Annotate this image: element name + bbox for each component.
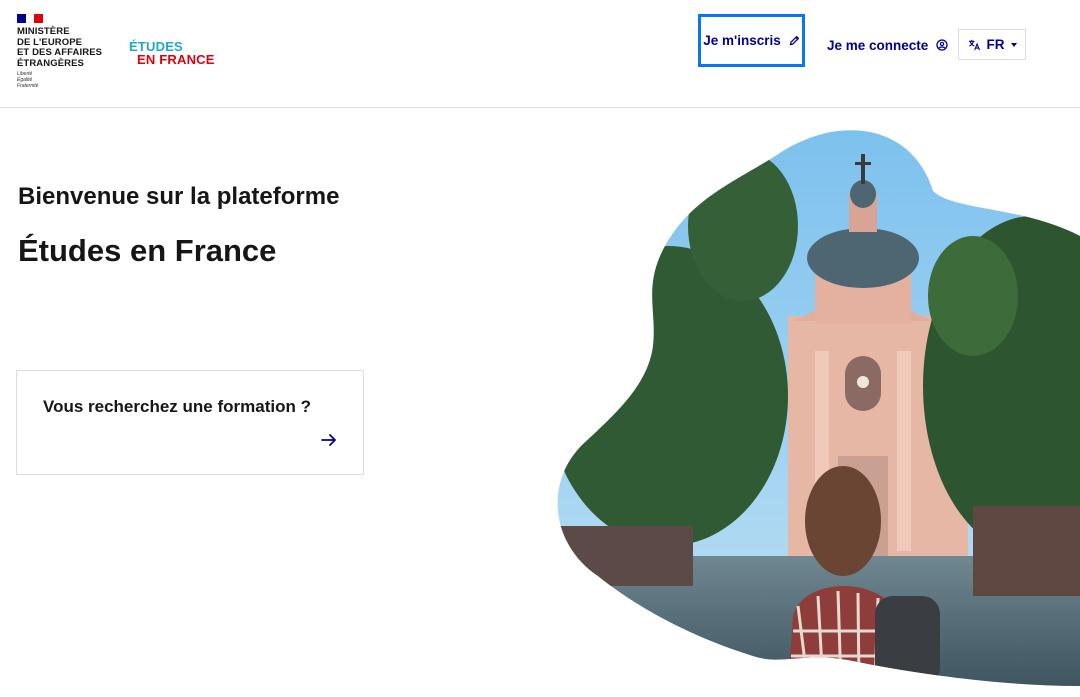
language-label: FR	[986, 37, 1005, 52]
arrow-right-icon	[321, 434, 336, 446]
login-button[interactable]: Je me connecte	[827, 29, 949, 61]
chevron-down-icon	[1010, 42, 1017, 47]
french-flag-icon	[17, 14, 44, 23]
translate-icon	[968, 39, 980, 50]
search-formation-card[interactable]: Vous recherchez une formation ?	[16, 370, 364, 475]
login-label: Je me connecte	[827, 37, 929, 53]
welcome-heading: Bienvenue sur la plateforme	[18, 183, 340, 210]
register-label: Je m'inscris	[703, 33, 781, 48]
etudes-en-france-logo[interactable]: ÉTUDES EN FRANCE	[129, 40, 215, 66]
ministry-name: Ministère de l'Europe et des affaires ét…	[17, 26, 103, 69]
language-selector[interactable]: FR	[958, 29, 1026, 60]
search-formation-title: Vous recherchez une formation ?	[43, 397, 311, 416]
register-button[interactable]: Je m'inscris	[698, 14, 805, 67]
logo-line-2: EN FRANCE	[137, 52, 215, 67]
republic-motto: Liberté Égalité Fraternité	[17, 71, 39, 89]
ministry-block[interactable]: Ministère de l'Europe et des affaires ét…	[17, 14, 102, 89]
user-circle-icon	[936, 39, 948, 51]
hero-sorbonne-image	[557, 130, 1080, 686]
platform-title: Études en France	[18, 233, 277, 268]
pencil-icon	[789, 35, 799, 46]
site-header: Ministère de l'Europe et des affaires ét…	[0, 0, 1080, 108]
